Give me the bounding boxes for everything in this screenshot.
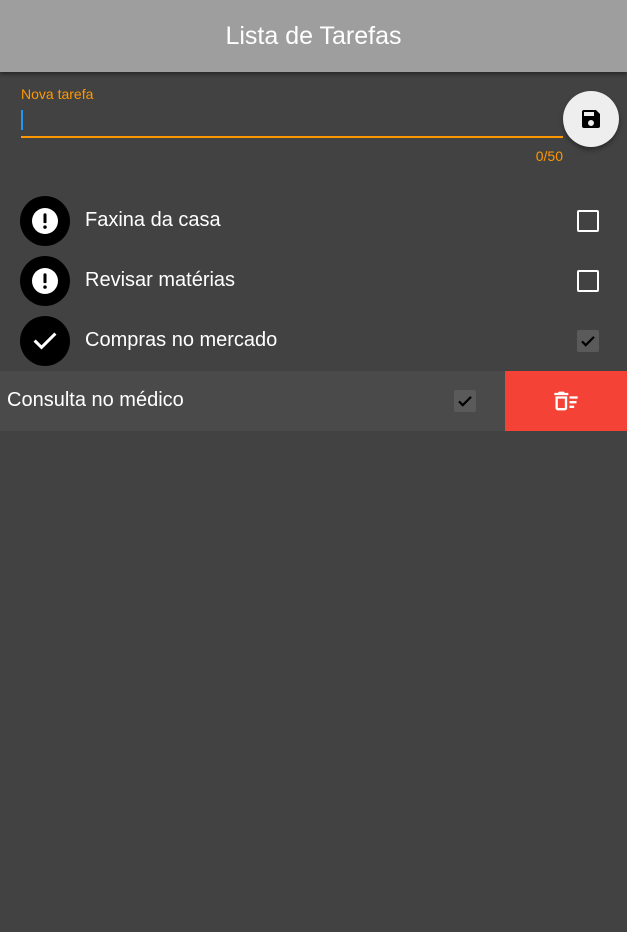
task-checkbox[interactable] [454, 390, 476, 412]
check-icon [33, 332, 57, 350]
delete-background[interactable] [505, 371, 627, 431]
task-title: Faxina da casa [85, 209, 221, 231]
task-checkbox[interactable] [577, 330, 599, 352]
task-item[interactable]: Faxina da casa [0, 191, 627, 251]
task-item[interactable]: Revisar matérias [0, 251, 627, 311]
exclamation-icon [32, 268, 58, 294]
task-status-avatar [20, 256, 70, 306]
task-title: Compras no mercado [85, 329, 278, 351]
app-bar-title: Lista de Tarefas [225, 21, 402, 50]
task-checkbox[interactable] [577, 210, 599, 232]
task-title: Consulta no médico [7, 389, 184, 411]
delete-sweep-icon [554, 391, 578, 411]
task-list: Faxina da casa Revisar matérias Compras … [0, 191, 627, 431]
character-counter: 0/50 [535, 148, 563, 164]
task-title: Revisar matérias [85, 269, 236, 291]
floppy-disk-icon [582, 110, 600, 128]
task-checkbox[interactable] [577, 270, 599, 292]
task-status-avatar [20, 316, 70, 366]
checkmark-icon [581, 336, 595, 347]
text-cursor [21, 110, 23, 130]
task-item[interactable]: Compras no mercado [0, 311, 627, 371]
checkmark-icon [458, 396, 472, 407]
new-task-field[interactable]: Nova tarefa 0/50 [21, 86, 563, 164]
swiping-task-item[interactable]: Consulta no médico [0, 371, 627, 431]
task-status-avatar [20, 196, 70, 246]
task-item-content[interactable]: Consulta no médico [0, 371, 505, 431]
save-button[interactable] [563, 91, 619, 147]
new-task-input[interactable] [21, 106, 563, 138]
app-bar: Lista de Tarefas [0, 0, 627, 72]
exclamation-icon [32, 208, 58, 234]
new-task-label: Nova tarefa [21, 86, 94, 102]
